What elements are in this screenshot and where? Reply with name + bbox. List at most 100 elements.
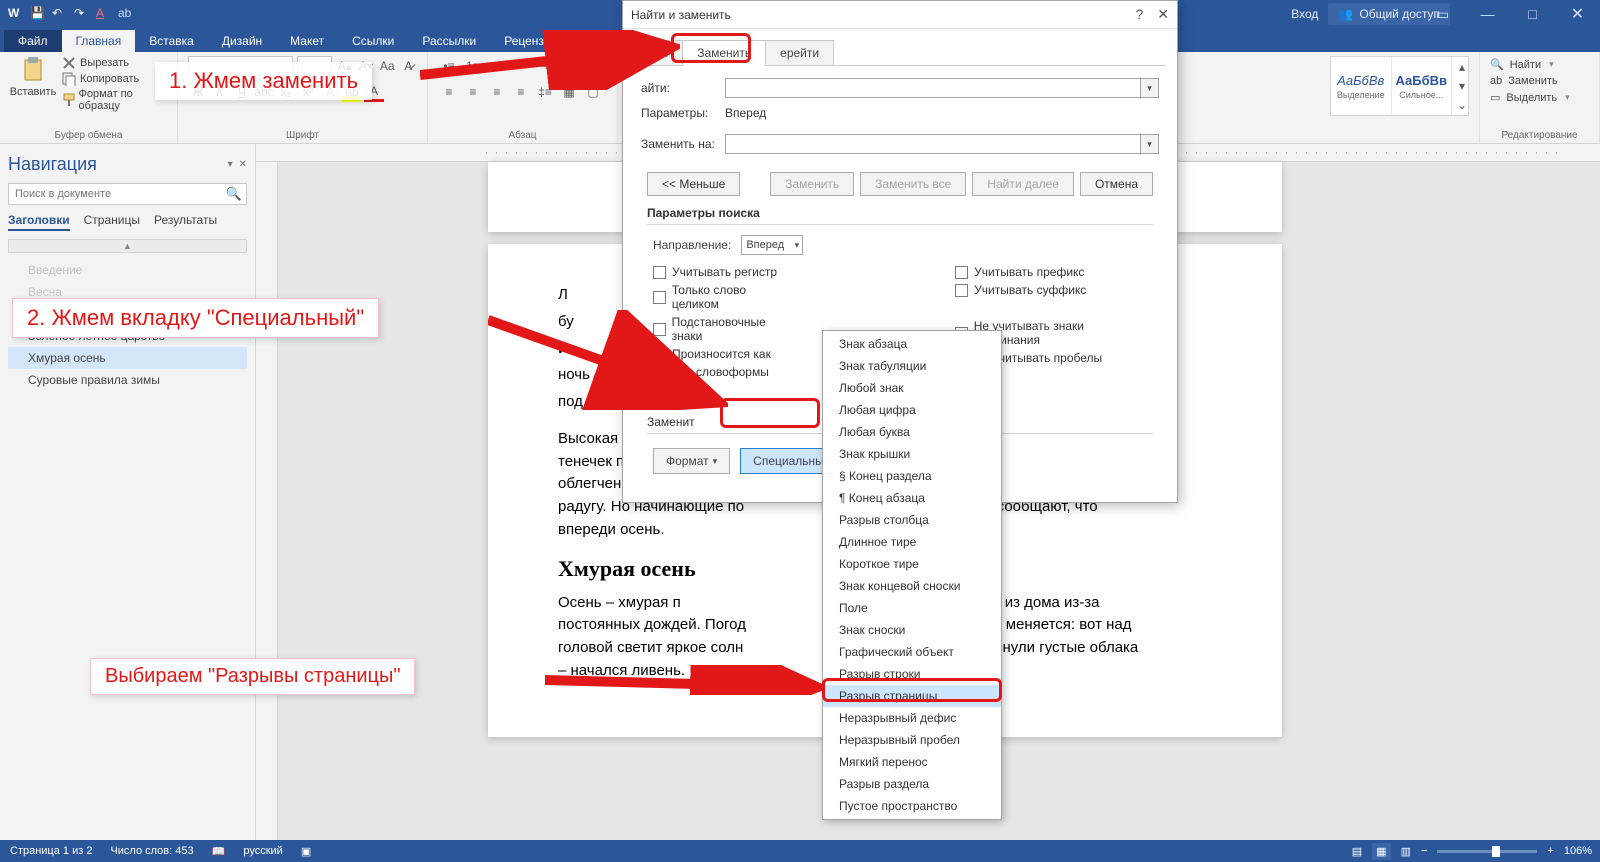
menu-item[interactable]: Разрыв строки <box>823 663 1001 685</box>
menu-item[interactable]: Любая буква <box>823 421 1001 443</box>
dialog-tab-replace[interactable]: Заменить <box>682 40 766 66</box>
menu-item[interactable]: § Конец раздела <box>823 465 1001 487</box>
dropdown-icon[interactable]: ▾ <box>1140 135 1158 153</box>
menu-item[interactable]: Любая цифра <box>823 399 1001 421</box>
dialog-close-icon[interactable]: ✕ <box>1157 6 1169 23</box>
cut-button[interactable]: Вырезать <box>62 56 167 70</box>
zoom-out-icon[interactable]: − <box>1421 845 1427 857</box>
menu-item[interactable]: Знак абзаца <box>823 333 1001 355</box>
less-button[interactable]: << Меньше <box>647 172 740 196</box>
format-button[interactable]: Формат▾ <box>653 448 730 474</box>
zoom-slider[interactable] <box>1437 850 1537 853</box>
paste-label: Вставить <box>10 86 57 98</box>
dialog-help-icon[interactable]: ? <box>1135 6 1143 23</box>
replace-all-button[interactable]: Заменить все <box>860 172 966 196</box>
status-macro-icon[interactable]: ▣ <box>301 845 311 858</box>
styles-gallery[interactable]: АаБбВв Выделение АаБбВв Сильное... ▴ ▾ ⌄ <box>1330 56 1469 116</box>
styles-expand-icon[interactable]: ⌄ <box>1452 96 1472 115</box>
menu-item[interactable]: Разрыв раздела <box>823 773 1001 795</box>
maximize-icon[interactable]: □ <box>1510 0 1555 28</box>
dialog-titlebar[interactable]: Найти и заменить ?✕ <box>623 1 1177 29</box>
find-next-button[interactable]: Найти далее <box>972 172 1074 196</box>
direction-select[interactable]: Вперед <box>741 235 803 255</box>
check-prefix[interactable]: Учитывать префикс <box>955 265 1147 279</box>
find-button[interactable]: 🔍Найти▾ <box>1490 56 1589 73</box>
search-icon[interactable]: 🔍 <box>222 184 246 204</box>
search-params-title: Параметры поиска <box>647 206 1153 220</box>
ribbon-options-icon[interactable]: ▭ <box>1420 0 1465 28</box>
check-whole-word[interactable]: Только слово целиком <box>653 283 795 311</box>
paste-button[interactable]: Вставить <box>10 56 56 98</box>
nav-tab-pages[interactable]: Страницы <box>84 213 140 231</box>
dropdown-icon[interactable]: ▾ <box>1140 79 1158 97</box>
styles-more-icon2[interactable]: ▾ <box>1452 76 1472 95</box>
change-case-icon[interactable]: Aa <box>379 56 396 76</box>
font-color-icon[interactable]: A <box>96 6 112 22</box>
view-web-icon[interactable]: ▥ <box>1401 845 1411 858</box>
status-spellcheck-icon[interactable]: 📖 <box>212 845 226 858</box>
menu-item[interactable]: Любой знак <box>823 377 1001 399</box>
replace-one-button[interactable]: Заменить <box>770 172 854 196</box>
menu-item[interactable]: Неразрывный дефис <box>823 707 1001 729</box>
nav-tab-headings[interactable]: Заголовки <box>8 213 70 231</box>
nav-close-icon[interactable]: ✕ <box>239 159 247 170</box>
cancel-button[interactable]: Отмена <box>1080 172 1153 196</box>
menu-item[interactable]: Разрыв столбца <box>823 509 1001 531</box>
copy-button[interactable]: Копировать <box>62 72 167 86</box>
tab-file[interactable]: Файл <box>4 30 62 52</box>
nav-search-input[interactable] <box>9 184 222 204</box>
menu-item[interactable]: Пустое пространство <box>823 795 1001 817</box>
replace-input[interactable]: ▾ <box>725 134 1159 154</box>
format-painter-button[interactable]: Формат по образцу <box>62 88 167 112</box>
styles-more-icon[interactable]: ▴ <box>1452 57 1472 76</box>
nav-item[interactable]: Суровые правила зимы <box>8 369 247 391</box>
check-suffix[interactable]: Учитывать суффикс <box>955 283 1147 297</box>
clear-format-icon[interactable]: A̷ <box>400 56 417 76</box>
menu-item[interactable]: Короткое тире <box>823 553 1001 575</box>
select-button[interactable]: ▭Выделить▾ <box>1490 89 1589 106</box>
tab-layout[interactable]: Макет <box>276 30 338 52</box>
zoom-in-icon[interactable]: + <box>1547 845 1553 857</box>
menu-item[interactable]: Знак сноски <box>823 619 1001 641</box>
dialog-tab-goto[interactable]: ерейти <box>766 40 834 66</box>
menu-item[interactable]: Графический объект <box>823 641 1001 663</box>
tab-design[interactable]: Дизайн <box>208 30 276 52</box>
nav-item[interactable]: Хмурая осень <box>8 347 247 369</box>
sign-in-link[interactable]: Вход <box>1291 7 1318 21</box>
style-strong[interactable]: АаБбВв Сильное... <box>1392 57 1453 115</box>
view-print-icon[interactable]: ▦ <box>1372 843 1390 860</box>
menu-item[interactable]: Длинное тире <box>823 531 1001 553</box>
nav-tab-results[interactable]: Результаты <box>154 213 217 231</box>
menu-item[interactable]: Неразрывный пробел <box>823 729 1001 751</box>
save-icon[interactable]: 💾 <box>30 6 46 22</box>
tab-references[interactable]: Ссылки <box>338 30 408 52</box>
zoom-level[interactable]: 106% <box>1564 845 1592 857</box>
highlight-icon[interactable]: ab <box>118 6 134 22</box>
menu-item[interactable]: Мягкий перенос <box>823 751 1001 773</box>
nav-search[interactable]: 🔍 <box>8 183 247 205</box>
redo-icon[interactable]: ↷ <box>74 6 90 22</box>
tab-home[interactable]: Главная <box>62 30 136 52</box>
replace-button[interactable]: abЗаменить <box>1490 73 1589 89</box>
menu-item[interactable]: Знак табуляции <box>823 355 1001 377</box>
view-read-icon[interactable]: ▤ <box>1352 845 1362 858</box>
find-input[interactable]: ▾ <box>725 78 1159 98</box>
menu-item[interactable]: ¶ Конец абзаца <box>823 487 1001 509</box>
status-words[interactable]: Число слов: 453 <box>110 845 193 857</box>
status-page[interactable]: Страница 1 из 2 <box>10 845 92 857</box>
ruler-vertical[interactable] <box>256 162 278 840</box>
nav-dropdown-icon[interactable]: ▾ <box>228 159 233 170</box>
menu-item[interactable]: Поле <box>823 597 1001 619</box>
nav-item[interactable]: Введение <box>8 259 247 281</box>
tab-insert[interactable]: Вставка <box>135 30 208 52</box>
nav-collapse-bar[interactable]: ▲ <box>8 239 247 253</box>
close-icon[interactable]: ✕ <box>1555 0 1600 28</box>
undo-icon[interactable]: ↶ <box>52 6 68 22</box>
status-language[interactable]: русский <box>243 845 282 857</box>
minimize-icon[interactable]: — <box>1465 0 1510 28</box>
menu-item[interactable]: Знак крышки <box>823 443 1001 465</box>
menu-item[interactable]: Знак концевой сноски <box>823 575 1001 597</box>
menu-item-page-break[interactable]: Разрыв страницы <box>823 685 1001 707</box>
check-case[interactable]: Учитывать регистр <box>653 265 795 279</box>
style-emphasis[interactable]: АаБбВв Выделение <box>1331 57 1392 115</box>
